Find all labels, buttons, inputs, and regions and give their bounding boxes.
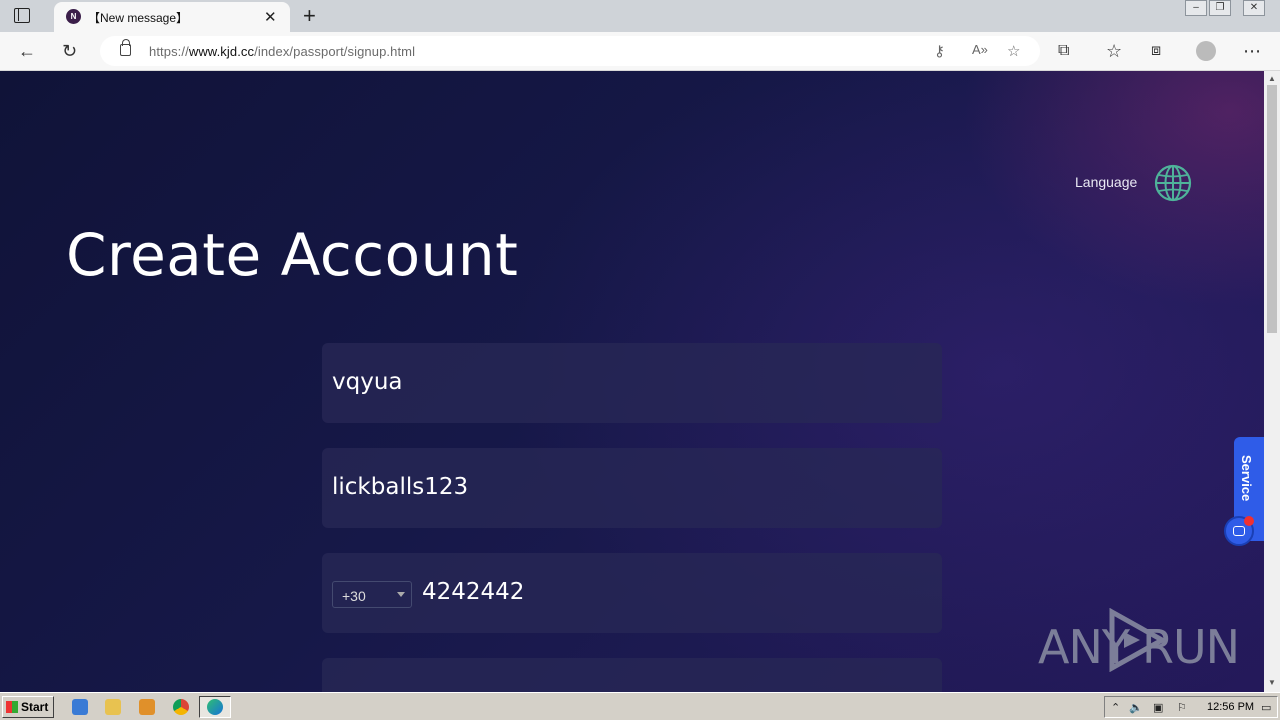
- windows-taskbar: Start ⌃ 🔈 ▣ ⚐ 12:56 PM ▭: [0, 692, 1280, 720]
- flag-icon[interactable]: ⚐: [1177, 701, 1187, 714]
- collections-icon[interactable]: ⧈: [1151, 40, 1161, 62]
- username-value[interactable]: vqyua: [332, 369, 403, 395]
- page-viewport: Language Create Account vqyua lickballs1…: [0, 71, 1264, 692]
- watermark-right-text: RUN: [1142, 620, 1240, 674]
- service-label: Service: [1239, 455, 1254, 502]
- lock-icon[interactable]: [120, 39, 131, 56]
- browser-tab[interactable]: N 【New message】 ✕: [54, 2, 290, 32]
- phone-field[interactable]: +30 4242442: [322, 553, 942, 633]
- chrome-icon[interactable]: [173, 699, 189, 715]
- ie-icon[interactable]: [72, 699, 88, 715]
- back-arrow-icon[interactable]: ←: [18, 40, 36, 62]
- favorites-icon[interactable]: ☆: [1106, 40, 1122, 62]
- new-tab-button[interactable]: +: [303, 3, 316, 29]
- chevron-down-icon: [397, 592, 405, 597]
- minimize-button[interactable]: –: [1185, 0, 1207, 16]
- tab-close-icon[interactable]: ✕: [264, 8, 277, 26]
- page-title: Create Account: [66, 221, 519, 289]
- start-label: Start: [21, 700, 49, 714]
- network-icon[interactable]: ▣: [1153, 701, 1163, 714]
- start-button[interactable]: Start: [2, 696, 54, 718]
- read-aloud-icon[interactable]: A»: [972, 42, 988, 57]
- chat-icon: [1233, 526, 1245, 536]
- country-code-value: +30: [342, 588, 366, 604]
- tab-favicon-icon: N: [66, 9, 81, 24]
- add-favorite-icon[interactable]: ☆: [1007, 42, 1020, 60]
- close-window-button[interactable]: ✕: [1243, 0, 1265, 16]
- system-tray: ⌃ 🔈 ▣ ⚐ 12:56 PM ▭: [1104, 696, 1278, 718]
- scroll-up-icon[interactable]: ▲: [1268, 74, 1276, 83]
- refresh-icon[interactable]: ↻: [62, 40, 77, 62]
- volume-icon[interactable]: 🔈: [1129, 701, 1143, 714]
- more-menu-icon[interactable]: ⋯: [1243, 40, 1261, 62]
- browser-toolbar: ← ↻ https://www.kjd.cc/index/passport/si…: [0, 32, 1280, 71]
- scroll-down-icon[interactable]: ▼: [1268, 678, 1276, 687]
- country-code-select[interactable]: +30: [332, 581, 412, 608]
- password-value[interactable]: lickballs123: [332, 474, 468, 500]
- scroll-thumb[interactable]: [1267, 85, 1277, 333]
- key-icon[interactable]: ⚷: [934, 42, 945, 60]
- page-scrollbar[interactable]: ▲ ▼: [1264, 71, 1280, 692]
- address-bar[interactable]: https://www.kjd.cc/index/passport/signup…: [100, 36, 1040, 66]
- profile-avatar-icon[interactable]: [1196, 41, 1216, 61]
- windows-logo-icon: [6, 701, 18, 713]
- clock[interactable]: 12:56 PM: [1207, 701, 1254, 713]
- globe-icon[interactable]: [1153, 163, 1193, 203]
- anyrun-watermark: ANY RUN: [1038, 608, 1240, 674]
- media-player-icon[interactable]: [139, 699, 155, 715]
- tab-actions-icon[interactable]: [14, 8, 30, 23]
- next-field[interactable]: [322, 658, 942, 692]
- browser-tab-strip: N 【New message】 ✕ + – ❐ ✕: [0, 0, 1280, 32]
- edge-icon: [207, 699, 223, 715]
- edge-taskbar-button[interactable]: [199, 696, 231, 718]
- phone-value[interactable]: 4242442: [422, 579, 524, 605]
- password-field[interactable]: lickballs123: [322, 448, 942, 528]
- url-text[interactable]: https://www.kjd.cc/index/passport/signup…: [149, 44, 415, 59]
- notification-dot: [1244, 516, 1254, 526]
- language-label[interactable]: Language: [1075, 174, 1137, 190]
- show-desktop-icon[interactable]: ▭: [1261, 701, 1271, 714]
- folder-icon[interactable]: [105, 699, 121, 715]
- username-field[interactable]: vqyua: [322, 343, 942, 423]
- extensions-icon[interactable]: ⧉: [1058, 40, 1069, 62]
- restore-button[interactable]: ❐: [1209, 0, 1231, 16]
- tray-expand-icon[interactable]: ⌃: [1111, 701, 1120, 714]
- tab-title: 【New message】: [88, 11, 189, 25]
